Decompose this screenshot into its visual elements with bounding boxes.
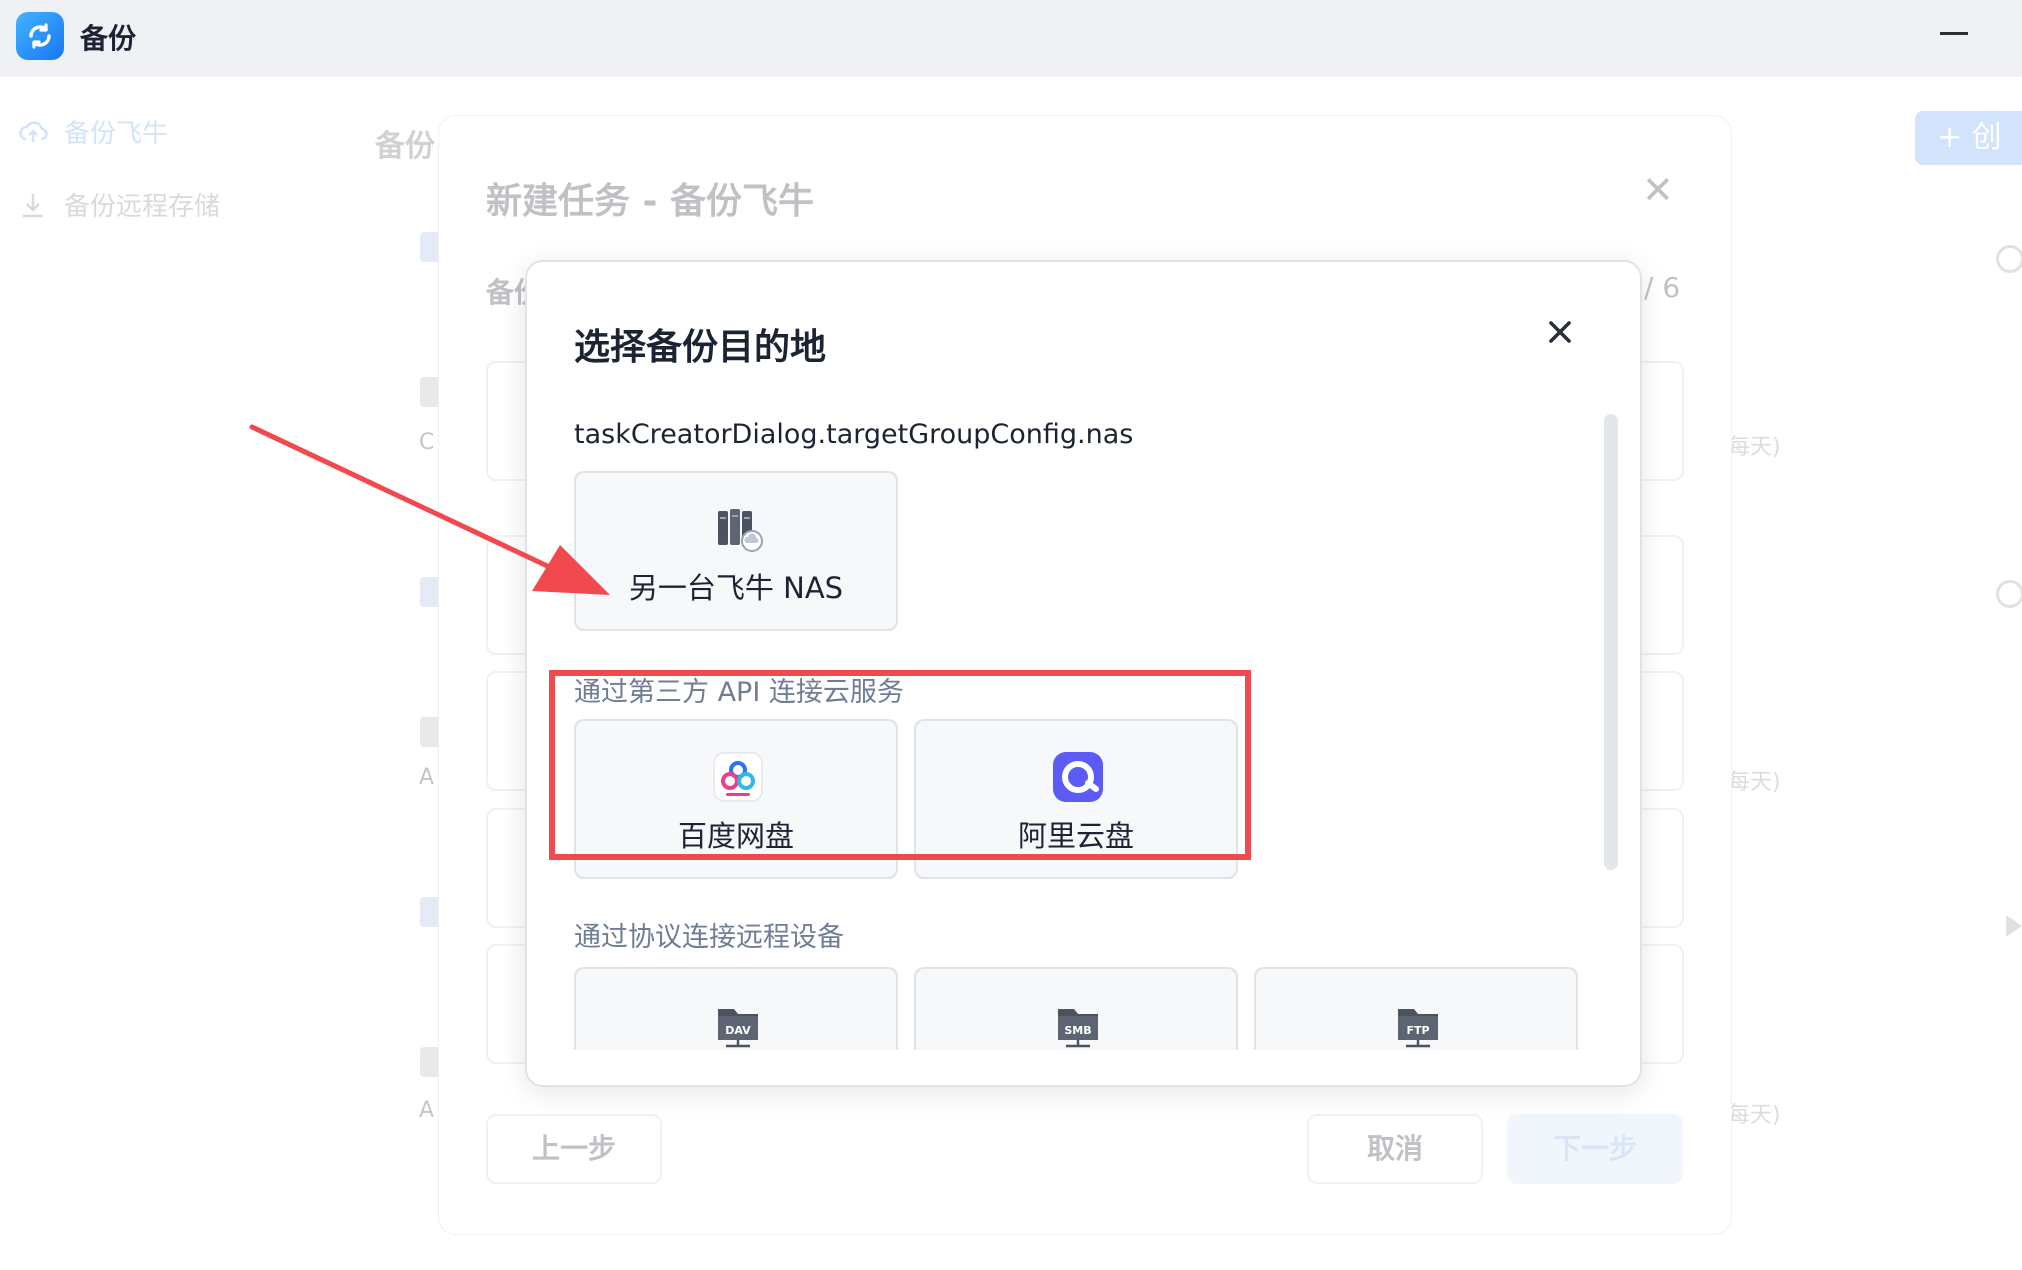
scrollbar[interactable] [1604, 414, 1618, 870]
app-title: 备份 [80, 22, 137, 55]
task-status-radio[interactable] [1996, 245, 2022, 273]
create-task-button[interactable]: + 创 [1915, 111, 2022, 165]
backup-app-icon [16, 12, 64, 60]
annotation-arrow-icon [249, 424, 610, 595]
ftp-icon: FTP [1398, 1009, 1438, 1048]
section-label-protocol: 通过协议连接远程设备 [574, 922, 844, 953]
aliyun-drive-icon [1053, 752, 1103, 802]
task-status-radio[interactable] [1996, 580, 2022, 608]
option-label: 阿里云盘 [1017, 819, 1134, 853]
task-frequency: 每天) [1728, 1103, 1781, 1128]
cancel-button[interactable]: 取消 [1307, 1114, 1483, 1184]
next-step-button[interactable]: 下一步 [1507, 1114, 1683, 1184]
row-letter: A [419, 765, 435, 790]
option-label: 百度网盘 [677, 819, 794, 853]
download-icon [23, 193, 43, 217]
dialog-title: 新建任务 - 备份飞牛 [486, 181, 815, 222]
baidu-netdisk-icon [713, 752, 763, 802]
svg-text:FTP: FTP [1406, 1024, 1429, 1037]
title-bar: 备份 [0, 0, 2022, 77]
nas-server-icon [718, 509, 763, 552]
sidebar-item-label: 备份远程存储 [64, 192, 221, 222]
task-frequency: 每天) [1728, 435, 1781, 460]
minimize-button[interactable] [1940, 32, 1968, 35]
webdav-icon: DAV [718, 1009, 758, 1048]
smb-icon: SMB [1058, 1009, 1098, 1048]
prev-step-button[interactable]: 上一步 [486, 1114, 662, 1184]
page-heading: 备份 [375, 129, 435, 164]
section-label-cloud: 通过第三方 API 连接云服务 [574, 677, 904, 708]
dialog-footer-space [527, 1050, 1640, 1085]
play-icon[interactable] [2006, 915, 2022, 937]
svg-text:DAV: DAV [725, 1024, 751, 1037]
sidebar-item-label: 备份飞牛 [64, 119, 169, 149]
step-count: / 6 [1644, 271, 1681, 304]
sidebar-item-backup-fnos[interactable]: 备份飞牛 [18, 113, 168, 150]
select-destination-dialog: 选择备份目的地 taskCreatorDialog.targetGroupCon… [525, 260, 1642, 1087]
task-frequency: 每天) [1728, 770, 1781, 795]
close-icon[interactable] [1544, 316, 1576, 348]
sidebar-item-backup-remote[interactable]: 备份远程存储 [18, 186, 220, 223]
cloud-upload-icon [19, 120, 48, 142]
option-aliyun-drive[interactable]: 阿里云盘 [914, 719, 1238, 879]
row-letter: A [419, 1098, 435, 1123]
close-icon[interactable]: ✕ [1642, 168, 1674, 212]
section-label-nas: taskCreatorDialog.targetGroupConfig.nas [574, 419, 1134, 450]
dialog-title: 选择备份目的地 [574, 327, 827, 368]
svg-text:SMB: SMB [1064, 1024, 1091, 1037]
option-baidu-netdisk[interactable]: 百度网盘 [574, 719, 898, 879]
